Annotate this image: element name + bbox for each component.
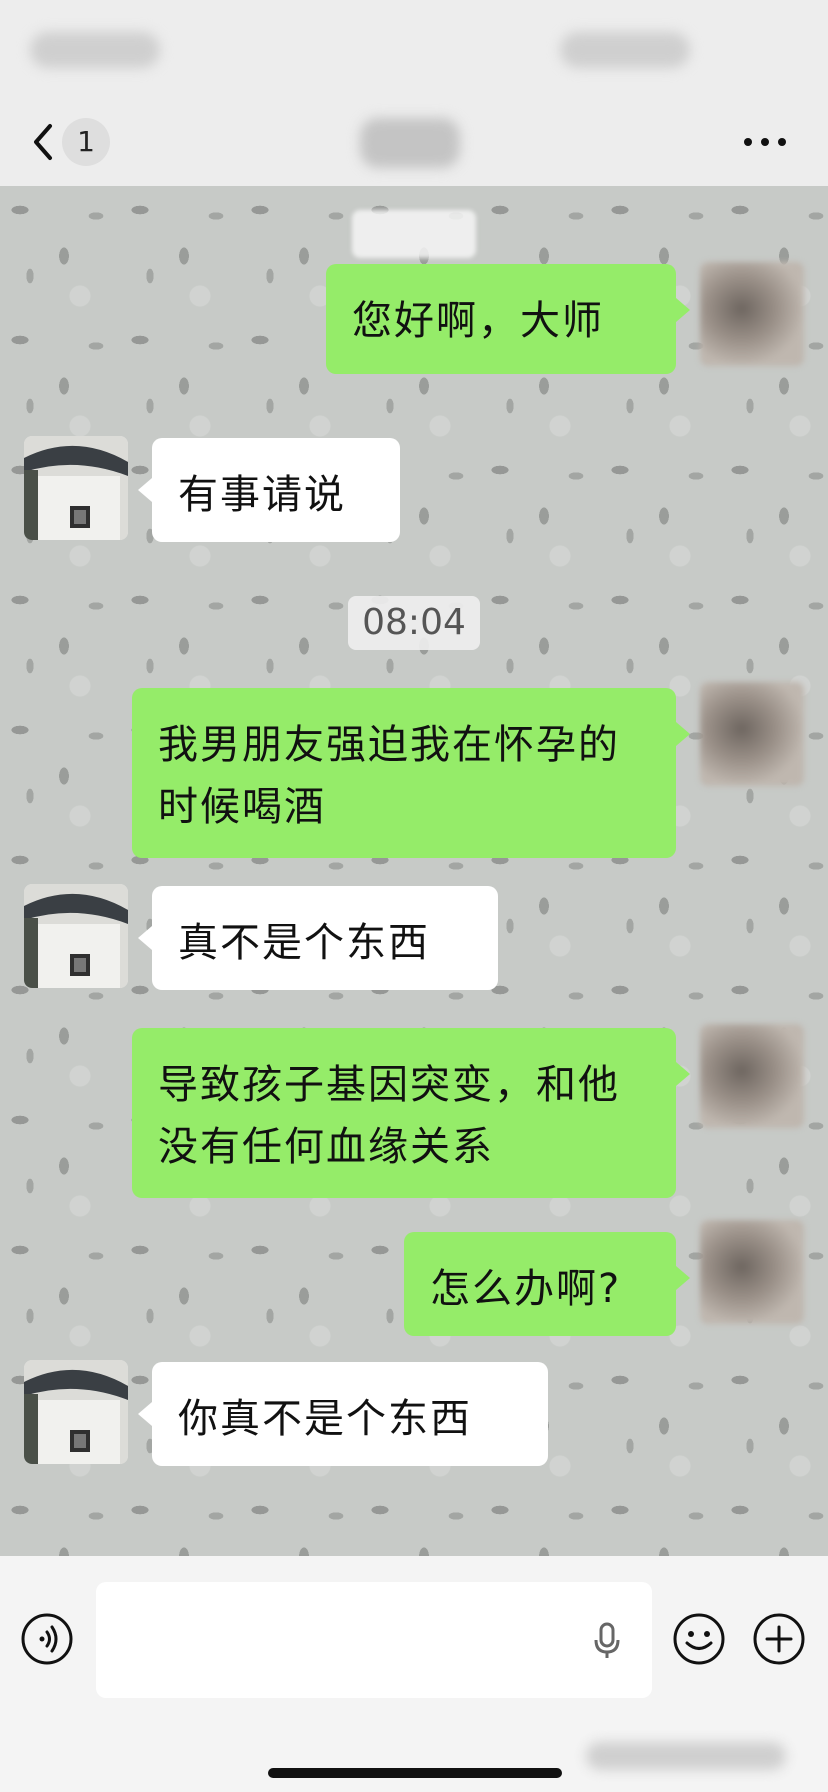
unread-count-badge[interactable]: 1 [62,118,110,166]
bubble-tail [138,926,152,950]
message-bubble-outgoing[interactable]: 我男朋友强迫我在怀孕的时候喝酒 [132,688,676,858]
voice-icon[interactable] [20,1612,74,1666]
status-bar [0,0,828,100]
plus-icon[interactable] [752,1612,806,1666]
timestamp: 08:04 [348,596,480,650]
message-row-outgoing: 怎么办啊? [0,1220,828,1336]
message-bubble-incoming[interactable]: 真不是个东西 [152,886,498,990]
more-icon[interactable] [742,132,788,152]
avatar[interactable] [700,1024,804,1128]
bubble-tail [138,1402,152,1426]
message-row-incoming: 有事请说 [0,436,828,542]
chat-message-list[interactable]: 您好啊，大师 有事请说 08:04 我男朋友强迫我在怀孕的时候喝酒 真不是个东西… [0,186,828,1556]
message-input-bar [0,1556,828,1792]
mic-icon[interactable] [592,1622,622,1660]
bubble-tail [676,1266,690,1290]
message-row-outgoing: 您好啊，大师 [0,262,828,374]
chat-header: 1 [0,100,828,186]
message-bubble-incoming[interactable]: 有事请说 [152,438,400,542]
avatar[interactable] [700,262,804,366]
message-row-incoming: 真不是个东西 [0,884,828,990]
back-icon[interactable] [28,120,62,164]
message-bubble-incoming[interactable]: 你真不是个东西 [152,1362,548,1466]
message-row-outgoing: 我男朋友强迫我在怀孕的时候喝酒 [0,682,828,858]
avatar[interactable] [700,1220,804,1324]
message-bubble-outgoing[interactable]: 导致孩子基因突变，和他没有任何血缘关系 [132,1028,676,1198]
message-row-outgoing: 导致孩子基因突变，和他没有任何血缘关系 [0,1024,828,1198]
message-bubble-outgoing[interactable]: 怎么办啊? [404,1232,676,1336]
status-icons-blurred [560,32,690,68]
message-row-incoming: 你真不是个东西 [0,1360,828,1466]
watermark-blurred [586,1742,786,1770]
message-input[interactable] [96,1582,652,1698]
chat-title-blurred [360,118,460,168]
message-bubble-outgoing[interactable]: 您好啊，大师 [326,264,676,374]
avatar[interactable] [24,1360,128,1464]
home-indicator [268,1768,562,1778]
avatar[interactable] [700,682,804,786]
timestamp-blurred [352,210,476,258]
avatar[interactable] [24,436,128,540]
status-time-blurred [30,32,160,68]
bubble-tail [676,1062,690,1086]
emoji-icon[interactable] [672,1612,726,1666]
avatar[interactable] [24,884,128,988]
bubble-tail [138,478,152,502]
bubble-tail [676,722,690,746]
bubble-tail [676,298,690,322]
